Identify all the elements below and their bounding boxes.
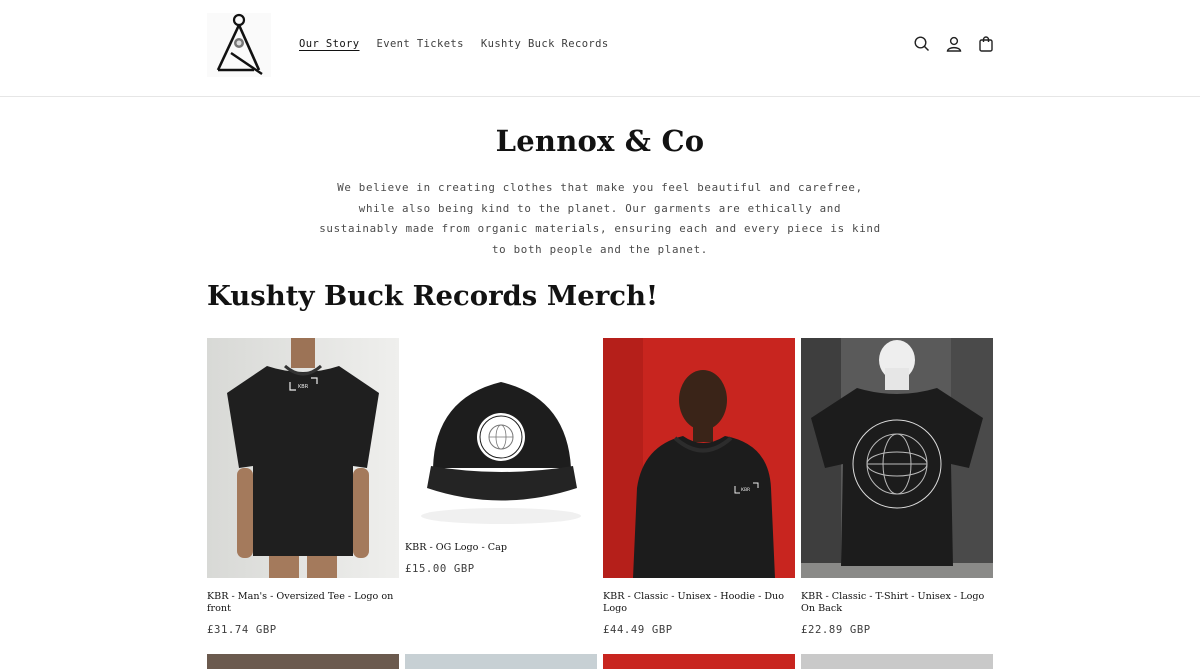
product-name[interactable]: KBR - OG Logo - Cap bbox=[405, 542, 597, 554]
cart-icon[interactable] bbox=[976, 33, 996, 55]
product-image-partial[interactable] bbox=[603, 654, 795, 669]
product-image-partial[interactable] bbox=[405, 654, 597, 669]
header-actions bbox=[912, 33, 996, 55]
product-price: £15.00 GBP bbox=[405, 563, 475, 575]
store-logo[interactable] bbox=[207, 13, 271, 77]
account-icon[interactable] bbox=[944, 33, 964, 55]
svg-text:KBR: KBR bbox=[298, 384, 309, 390]
product-image[interactable] bbox=[405, 338, 597, 542]
nav-event-tickets[interactable]: Event Tickets bbox=[377, 38, 464, 50]
product-card[interactable]: KBR - Classic - T-Shirt - Unisex - Logo … bbox=[801, 338, 993, 636]
site-header: Our Story Event Tickets Kushty Buck Reco… bbox=[0, 0, 1200, 97]
product-image[interactable] bbox=[801, 338, 993, 578]
main-nav: Our Story Event Tickets Kushty Buck Reco… bbox=[299, 38, 609, 50]
collection-title: Kushty Buck Records Merch! bbox=[207, 280, 659, 312]
triangle-instrument-logo-icon bbox=[207, 13, 271, 77]
product-name[interactable]: KBR - Classic - Unisex - Hoodie - Duo Lo… bbox=[603, 591, 795, 615]
product-price: £22.89 GBP bbox=[801, 624, 871, 636]
product-card[interactable]: KBR - OG Logo - Cap £15.00 GBP bbox=[405, 338, 597, 575]
product-image[interactable]: KBR bbox=[603, 338, 795, 578]
product-card[interactable]: KBR KBR - Classic - Unisex - Hoodie - Du… bbox=[603, 338, 795, 636]
product-name[interactable]: KBR - Man's - Oversized Tee - Logo on fr… bbox=[207, 591, 399, 615]
svg-text:KBR: KBR bbox=[741, 487, 750, 493]
product-image-partial[interactable] bbox=[801, 654, 993, 669]
brand-title: Lennox & Co bbox=[495, 124, 705, 158]
product-image-partial[interactable] bbox=[207, 654, 399, 669]
nav-our-story[interactable]: Our Story bbox=[299, 38, 360, 50]
product-price: £44.49 GBP bbox=[603, 624, 673, 636]
brand-description: We believe in creating clothes that make… bbox=[319, 181, 881, 256]
product-card[interactable]: KBR KBR - Man's - Oversized Tee - Logo o… bbox=[207, 338, 399, 636]
product-image[interactable]: KBR bbox=[207, 338, 399, 578]
product-price: £31.74 GBP bbox=[207, 624, 277, 636]
product-name[interactable]: KBR - Classic - T-Shirt - Unisex - Logo … bbox=[801, 591, 993, 615]
nav-kushty-buck-records[interactable]: Kushty Buck Records bbox=[481, 38, 609, 50]
search-icon[interactable] bbox=[912, 33, 932, 55]
